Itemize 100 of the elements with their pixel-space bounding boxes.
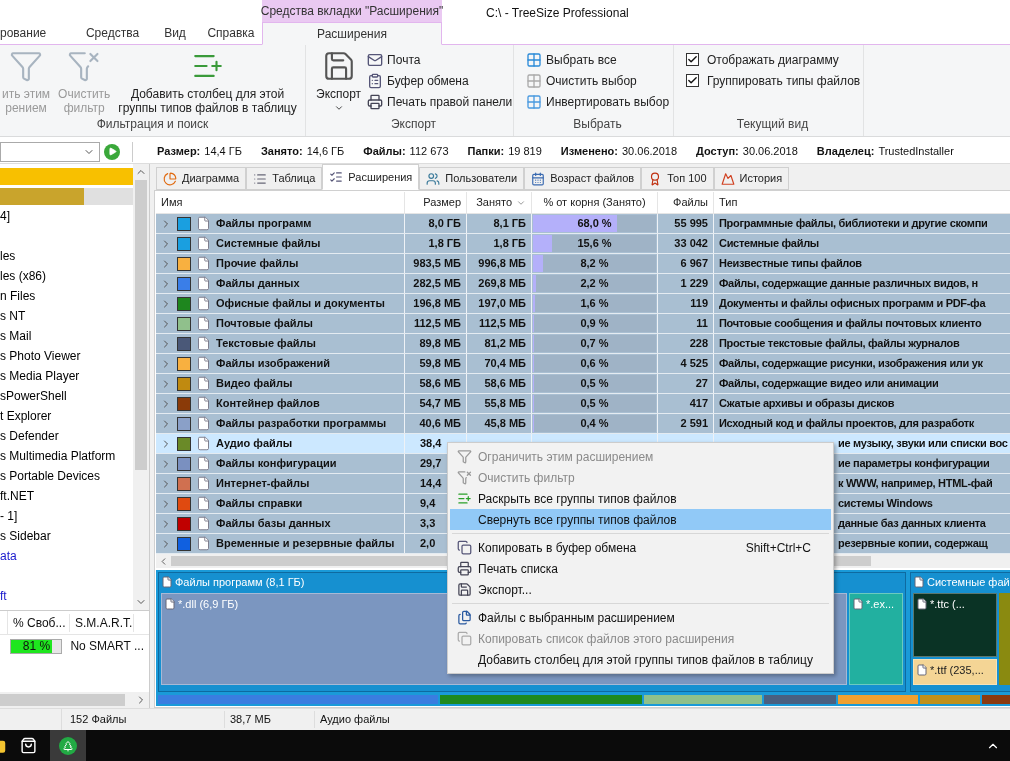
type-description: Почтовые сообщения и файлы почтовых клиенто: [719, 316, 982, 332]
files-count: 33 042: [674, 236, 708, 252]
tile-label: *.ttc (...: [916, 596, 994, 613]
menu-item-label: Свернуть все группы типов файлов: [478, 511, 678, 529]
file-type-name: Файлы конфигурации: [216, 456, 337, 472]
size-value: 38,4: [420, 436, 442, 452]
files-count: 228: [689, 336, 708, 352]
type-description: Файлы, содержащие данные различных видов, н: [719, 276, 978, 292]
info-label: Размер:: [157, 144, 201, 160]
info-value: 14,4 ГБ: [204, 144, 242, 160]
info-value: 30.06.2018: [621, 144, 678, 160]
size-value: 196,8 МБ: [413, 296, 461, 312]
status-type: Аудио файлы: [319, 712, 391, 728]
percent-value: 15,6 %: [576, 236, 613, 252]
info-value: TrustedInstaller: [878, 144, 954, 160]
shortcut: Shift+Ctrl+C: [745, 539, 811, 557]
used-value: 55,8 МБ: [484, 396, 526, 412]
group-title: Экспорт: [389, 116, 438, 133]
type-description: Исходный код и файлы проектов, для разработк: [719, 416, 975, 432]
size-value: 58,6 МБ: [419, 376, 461, 392]
info-label: Владелец:: [816, 144, 875, 160]
context-tab-header: Средства вкладки "Расширения": [262, 0, 442, 22]
menu-item-label: Очистить фильтр: [478, 469, 576, 487]
menu-item-label: Ограничить этим расширением: [478, 448, 655, 466]
files-count: 1 229: [680, 276, 708, 292]
file-type-name: Интернет-файлы: [216, 476, 310, 492]
files-count: 27: [695, 376, 708, 392]
used-value: 996,8 МБ: [478, 256, 526, 272]
size-value: 2,0: [420, 536, 436, 552]
size-value: 9,4: [420, 496, 436, 512]
info-label: Доступ:: [696, 144, 739, 160]
size-value: 54,7 МБ: [419, 396, 461, 412]
file-type-name: Файлы базы данных: [216, 516, 331, 532]
group-label: Системные фай: [911, 573, 1010, 591]
menu-item-label: Добавить столбец для этой группы типов файлов в таблицу: [478, 651, 814, 669]
info-label: Занято:: [260, 144, 303, 160]
size-value: 282,5 МБ: [413, 276, 461, 292]
type-description: ие музыку, звуки или списки вос: [838, 436, 1008, 452]
type-description: Неизвестные типы файлов: [719, 256, 862, 272]
group-title: Выбрать: [572, 116, 623, 133]
info-value: 19 819: [508, 144, 542, 160]
size-value: 40,6 МБ: [419, 416, 461, 432]
used-value: 112,5 МБ: [478, 316, 526, 332]
menu-item-label: Файлы с выбранным расширением: [478, 609, 676, 627]
free-space-value: 81 %: [21, 639, 52, 653]
info-value: 30.06.2018: [742, 144, 798, 160]
used-value: 58,6 МБ: [484, 376, 526, 392]
menu-item-label: Раскрыть все группы типов файлов: [478, 490, 678, 508]
tile-label: *.ttf (235,...: [916, 662, 994, 679]
info-label: Папки:: [467, 144, 505, 160]
status-size: 38,7 МБ: [225, 711, 315, 728]
percent-value: 0,4 %: [579, 416, 610, 432]
type-description: резервные копии, содержащ: [838, 536, 988, 552]
size-value: 1,8 ГБ: [428, 236, 461, 252]
files-count: 119: [690, 296, 708, 312]
percent-value: 1,6 %: [579, 296, 610, 312]
used-value: 1,8 ГБ: [493, 236, 526, 252]
file-type-name: Прочие файлы: [216, 256, 299, 272]
file-type-name: Файлы изображений: [216, 356, 330, 372]
group-title: Текущий вид: [735, 116, 810, 133]
percent-value: 8,2 %: [579, 256, 610, 272]
type-description: к WWW, например, HTML-фай: [838, 476, 993, 492]
type-description: данные баз данных клиента: [838, 516, 986, 532]
size-value: 14,4: [420, 476, 442, 492]
checkbox-label: Отображать диаграмму: [707, 51, 839, 69]
file-type-name: Видео файлы: [216, 376, 293, 392]
files-count: 6 967: [680, 256, 708, 272]
file-type-name: Временные и резервные файлы: [216, 536, 395, 552]
file-type-name: Файлы разработки программы: [216, 416, 387, 432]
type-description: системы Windows: [838, 496, 933, 512]
file-type-name: Аудио файлы: [216, 436, 293, 452]
percent-value: 2,2 %: [579, 276, 610, 292]
type-description: Программные файлы, библиотеки и другие скомпи: [719, 216, 988, 232]
percent-value: 0,9 %: [579, 316, 610, 332]
file-type-name: Текстовые файлы: [216, 336, 316, 352]
percent-value: 0,5 %: [579, 376, 610, 392]
menu-item-label: Печать списка: [478, 560, 560, 578]
type-description: Файлы, содержащие видео или анимации: [719, 376, 939, 392]
smart-status: No SMART ...: [69, 638, 145, 655]
file-type-name: Контейнер файлов: [216, 396, 320, 412]
used-value: 45,8 МБ: [484, 416, 526, 432]
group-title: Фильтрация и поиск: [95, 116, 210, 133]
used-value: 8,1 ГБ: [493, 216, 526, 232]
menu-item-label: Копировать в буфер обмена: [478, 539, 638, 557]
used-value: 70,4 МБ: [484, 356, 526, 372]
used-value: 197,0 МБ: [478, 296, 526, 312]
type-description: Системные файлы: [719, 236, 819, 252]
info-label: Изменено:: [560, 144, 618, 160]
file-type-name: Почтовые файлы: [216, 316, 313, 332]
tile-label: *.ex...: [852, 596, 900, 613]
info-label: Файлы:: [363, 144, 406, 160]
menu-item-label: Копировать список файлов этого расширения: [478, 630, 736, 648]
size-value: 89,8 МБ: [419, 336, 461, 352]
file-type-name: Офисные файлы и документы: [216, 296, 385, 312]
size-value: 29,7: [420, 456, 442, 472]
status-files: 152 Файлы: [62, 711, 225, 728]
type-description: Документы и файлы офисных программ и PDF-фа: [719, 296, 986, 312]
percent-value: 0,6 %: [579, 356, 610, 372]
size-value: 3,3: [420, 516, 436, 532]
info-value: 112 673: [409, 144, 449, 160]
